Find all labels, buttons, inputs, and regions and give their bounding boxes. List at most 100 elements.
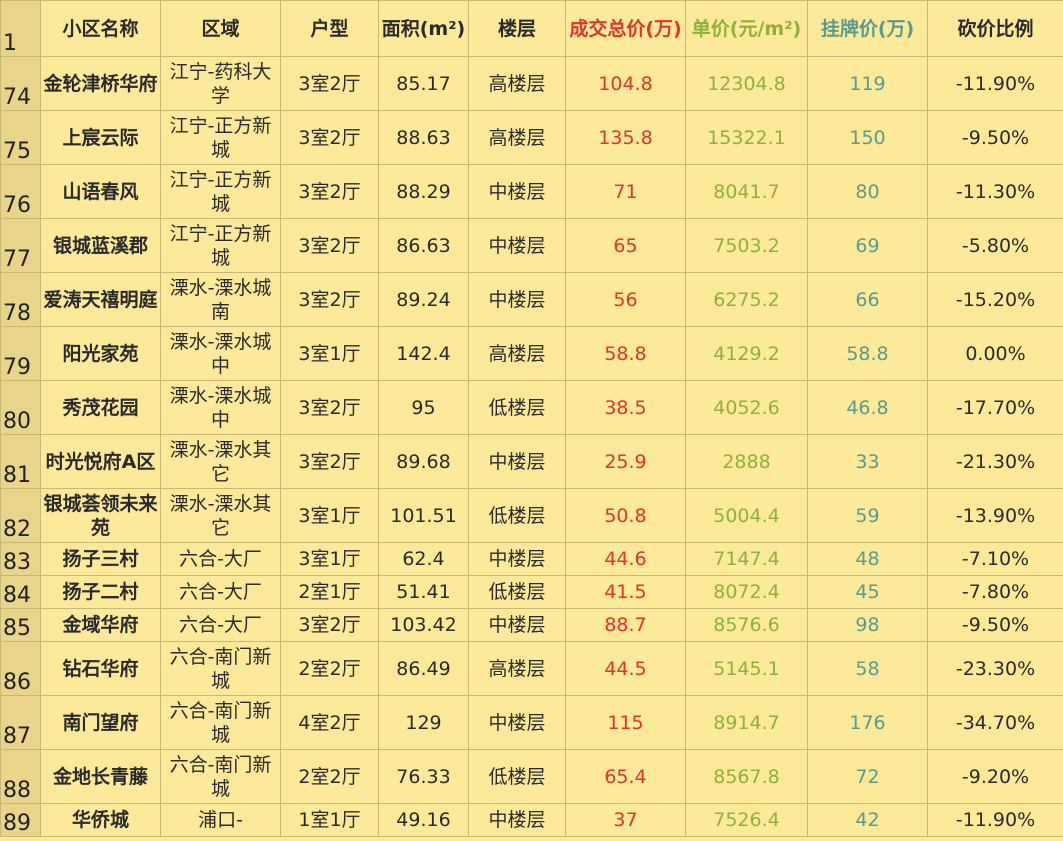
- cell-layout[interactable]: 3室1厅: [280, 326, 379, 381]
- cell-size[interactable]: 89.68: [378, 434, 469, 489]
- cell-floor[interactable]: 高楼层: [468, 641, 566, 696]
- cell-total-price[interactable]: 71: [565, 164, 686, 219]
- cell-size[interactable]: 85.17: [378, 56, 469, 111]
- cell-listing-price[interactable]: 150: [807, 110, 928, 165]
- cell-name[interactable]: 金地长青藤: [40, 749, 161, 804]
- header-name[interactable]: 小区名称: [40, 0, 161, 57]
- row-number[interactable]: 86: [0, 641, 41, 696]
- cell-unit-price[interactable]: 5004.4: [685, 488, 808, 543]
- cell-floor[interactable]: 中楼层: [468, 803, 566, 837]
- cell-area[interactable]: 溧水-溧水其它: [160, 488, 281, 543]
- cell-name[interactable]: 时光悦府A区: [40, 434, 161, 489]
- cell-size[interactable]: 95: [378, 380, 469, 435]
- cell-listing-price[interactable]: 69: [807, 218, 928, 273]
- cell-floor[interactable]: 低楼层: [468, 380, 566, 435]
- cell-name[interactable]: 金轮津桥华府: [40, 56, 161, 111]
- cell-area[interactable]: 江宁-正方新城: [160, 164, 281, 219]
- cell-size[interactable]: 88.63: [378, 110, 469, 165]
- cell-size[interactable]: 103.42: [378, 608, 469, 642]
- cell-total-price[interactable]: 56: [565, 272, 686, 327]
- row-number[interactable]: 89: [0, 803, 41, 837]
- cell-name[interactable]: 阳光家苑: [40, 326, 161, 381]
- cell-total-price[interactable]: 104.8: [565, 56, 686, 111]
- cell-layout[interactable]: 2室1厅: [280, 575, 379, 609]
- cell-layout[interactable]: 3室2厅: [280, 218, 379, 273]
- cell-area[interactable]: 六合-大厂: [160, 542, 281, 576]
- cell-name[interactable]: 华侨城: [40, 803, 161, 837]
- cell-floor[interactable]: 中楼层: [468, 218, 566, 273]
- cell-area[interactable]: 六合-南门新城: [160, 641, 281, 696]
- cell-discount[interactable]: -13.90%: [927, 488, 1063, 543]
- cell-floor[interactable]: 高楼层: [468, 56, 566, 111]
- cell-listing-price[interactable]: 119: [807, 56, 928, 111]
- row-number[interactable]: 81: [0, 434, 41, 489]
- cell-layout[interactable]: 3室2厅: [280, 56, 379, 111]
- cell-total-price[interactable]: 88.7: [565, 608, 686, 642]
- cell-size[interactable]: 88.29: [378, 164, 469, 219]
- cell-name[interactable]: 南门望府: [40, 695, 161, 750]
- cell-total-price[interactable]: 37: [565, 803, 686, 837]
- header-discount[interactable]: 砍价比例: [927, 0, 1063, 57]
- cell-floor[interactable]: 高楼层: [468, 326, 566, 381]
- header-total-price[interactable]: 成交总价(万): [565, 0, 686, 57]
- cell-name[interactable]: 上宸云际: [40, 110, 161, 165]
- cell-unit-price[interactable]: 4129.2: [685, 326, 808, 381]
- row-number[interactable]: 87: [0, 695, 41, 750]
- cell-discount[interactable]: -15.20%: [927, 272, 1063, 327]
- cell-name[interactable]: 扬子二村: [40, 575, 161, 609]
- cell-size[interactable]: 101.51: [378, 488, 469, 543]
- header-size[interactable]: 面积(m²): [378, 0, 469, 57]
- cell-name[interactable]: 扬子三村: [40, 542, 161, 576]
- row-number[interactable]: 1: [0, 0, 41, 57]
- cell-total-price[interactable]: 58.8: [565, 326, 686, 381]
- cell-total-price[interactable]: 38.5: [565, 380, 686, 435]
- cell-layout[interactable]: 3室2厅: [280, 164, 379, 219]
- row-number[interactable]: 82: [0, 488, 41, 543]
- row-number[interactable]: 84: [0, 575, 41, 609]
- cell-discount[interactable]: -5.80%: [927, 218, 1063, 273]
- cell-unit-price[interactable]: 6275.2: [685, 272, 808, 327]
- cell-discount[interactable]: -17.70%: [927, 380, 1063, 435]
- cell-layout[interactable]: 1室1厅: [280, 803, 379, 837]
- cell-layout[interactable]: 3室1厅: [280, 488, 379, 543]
- cell-area[interactable]: 六合-大厂: [160, 608, 281, 642]
- cell-size[interactable]: 62.4: [378, 542, 469, 576]
- cell-name[interactable]: 金域华府: [40, 608, 161, 642]
- cell-unit-price[interactable]: 15322.1: [685, 110, 808, 165]
- cell-floor[interactable]: 低楼层: [468, 488, 566, 543]
- cell-listing-price[interactable]: 58.8: [807, 326, 928, 381]
- cell-area[interactable]: 浦口-: [160, 803, 281, 837]
- row-number[interactable]: 74: [0, 56, 41, 111]
- cell-discount[interactable]: -11.30%: [927, 164, 1063, 219]
- cell-total-price[interactable]: 44.5: [565, 641, 686, 696]
- cell-floor[interactable]: 中楼层: [468, 608, 566, 642]
- cell-discount[interactable]: -9.50%: [927, 110, 1063, 165]
- cell-unit-price[interactable]: 8567.8: [685, 749, 808, 804]
- cell-total-price[interactable]: 50.8: [565, 488, 686, 543]
- cell-size[interactable]: 76.33: [378, 749, 469, 804]
- cell-unit-price[interactable]: 2888: [685, 434, 808, 489]
- cell-floor[interactable]: 低楼层: [468, 749, 566, 804]
- cell-layout[interactable]: 3室2厅: [280, 110, 379, 165]
- header-layout[interactable]: 户型: [280, 0, 379, 57]
- cell-listing-price[interactable]: 98: [807, 608, 928, 642]
- cell-area[interactable]: 溧水-溧水其它: [160, 434, 281, 489]
- cell-total-price[interactable]: 41.5: [565, 575, 686, 609]
- cell-area[interactable]: 六合-大厂: [160, 575, 281, 609]
- cell-area[interactable]: 溧水-溧水城南: [160, 272, 281, 327]
- cell-floor[interactable]: 低楼层: [468, 575, 566, 609]
- row-number[interactable]: 75: [0, 110, 41, 165]
- row-number[interactable]: 77: [0, 218, 41, 273]
- row-number[interactable]: 80: [0, 380, 41, 435]
- cell-total-price[interactable]: 115: [565, 695, 686, 750]
- cell-discount[interactable]: -11.90%: [927, 56, 1063, 111]
- cell-name[interactable]: 钻石华府: [40, 641, 161, 696]
- cell-size[interactable]: 86.63: [378, 218, 469, 273]
- cell-unit-price[interactable]: 4052.6: [685, 380, 808, 435]
- cell-layout[interactable]: 3室2厅: [280, 272, 379, 327]
- cell-unit-price[interactable]: 5145.1: [685, 641, 808, 696]
- header-floor[interactable]: 楼层: [468, 0, 566, 57]
- cell-unit-price[interactable]: 8914.7: [685, 695, 808, 750]
- cell-discount[interactable]: -7.80%: [927, 575, 1063, 609]
- cell-total-price[interactable]: 135.8: [565, 110, 686, 165]
